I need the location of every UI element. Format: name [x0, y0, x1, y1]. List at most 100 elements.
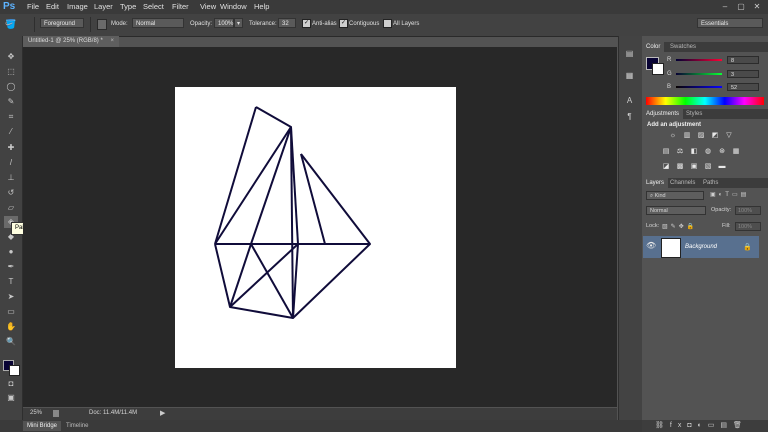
color-lookup-icon[interactable]: ▦ — [731, 148, 741, 156]
channel-mixer-icon[interactable]: ⊛ — [717, 148, 727, 156]
color-panel-background-swatch[interactable] — [652, 63, 664, 75]
fill-source-select[interactable]: Foreground — [40, 18, 84, 28]
history-panel-icon[interactable]: ▤ — [624, 48, 635, 59]
layer-blend-mode-select[interactable]: Normal — [646, 206, 706, 215]
layer-opacity-input[interactable]: 100% — [735, 206, 761, 215]
posterize-icon[interactable]: ▩ — [675, 163, 685, 171]
gradient-map-icon[interactable]: ▬ — [717, 163, 727, 171]
tab-adjustments[interactable]: Adjustments — [642, 109, 684, 119]
clone-stamp-tool-icon[interactable]: ⊥ — [4, 172, 18, 184]
canvas[interactable] — [175, 87, 456, 368]
tab-timeline[interactable]: Timeline — [62, 421, 92, 431]
hue-saturation-icon[interactable]: ▤ — [661, 148, 671, 156]
zoom-tool-icon[interactable]: 🔍 — [4, 336, 18, 348]
pen-tool-icon[interactable]: ✒ — [4, 261, 18, 273]
menu-window[interactable]: Window — [220, 0, 247, 14]
quick-mask-icon[interactable]: ◘ — [4, 378, 18, 390]
crop-tool-icon[interactable]: ⌗ — [4, 111, 18, 123]
path-selection-tool-icon[interactable]: ➤ — [4, 291, 18, 303]
type-tool-icon[interactable]: T — [4, 276, 18, 288]
tab-paths[interactable]: Paths — [699, 178, 722, 188]
maximize-button[interactable]: ▢ — [735, 1, 747, 12]
tab-color[interactable]: Color — [642, 42, 665, 52]
paint-bucket-preset-icon[interactable]: 🪣 — [5, 18, 21, 30]
tab-mini-bridge[interactable]: Mini Bridge — [23, 421, 62, 431]
menu-help[interactable]: Help — [254, 0, 269, 14]
eraser-tool-icon[interactable]: ▱ — [4, 202, 18, 214]
all-layers-checkbox[interactable] — [383, 19, 392, 28]
tab-styles[interactable]: Styles — [682, 109, 706, 119]
tab-swatches[interactable]: Swatches — [666, 42, 700, 52]
menu-filter[interactable]: Filter — [172, 0, 189, 14]
red-value-input[interactable]: 8 — [727, 56, 759, 64]
marquee-tool-icon[interactable]: ⬚ — [4, 66, 18, 78]
layer-name[interactable]: Background — [685, 244, 717, 250]
green-slider[interactable] — [676, 73, 722, 75]
photo-filter-icon[interactable]: ◍ — [703, 148, 713, 156]
selective-color-icon[interactable]: ▧ — [703, 163, 713, 171]
levels-icon[interactable]: ▥ — [682, 132, 692, 140]
close-button[interactable]: ✕ — [751, 1, 763, 12]
curves-icon[interactable]: ▨ — [696, 132, 706, 140]
minimize-button[interactable]: – — [719, 1, 731, 12]
menu-select[interactable]: Select — [143, 0, 164, 14]
black-white-icon[interactable]: ◧ — [689, 148, 699, 156]
menu-type[interactable]: Type — [120, 0, 136, 14]
zoom-level[interactable]: 25% — [30, 410, 42, 416]
layer-action-icons[interactable]: ⛓fx◘◐▭▤🗑 — [655, 421, 748, 429]
red-slider[interactable] — [676, 59, 722, 61]
menu-layer[interactable]: Layer — [94, 0, 113, 14]
lock-icons[interactable]: ▧✎✥🔒 — [662, 223, 697, 230]
character-panel-icon[interactable]: A — [624, 95, 635, 106]
layer-opacity-label: Opacity: — [711, 207, 732, 213]
hand-tool-icon[interactable]: ✋ — [4, 321, 18, 333]
color-balance-icon[interactable]: ⚖ — [675, 148, 685, 156]
vibrance-icon[interactable]: ▽ — [724, 132, 734, 140]
contiguous-checkbox[interactable]: ✓ — [339, 19, 348, 28]
threshold-icon[interactable]: ▣ — [689, 163, 699, 171]
layer-filter-select[interactable]: ⌕ Kind — [646, 191, 704, 200]
exposure-icon[interactable]: ◩ — [710, 132, 720, 140]
brush-tool-icon[interactable]: / — [4, 157, 18, 169]
chevron-down-icon[interactable]: ▾ — [234, 18, 243, 28]
blue-value-input[interactable]: 52 — [727, 83, 759, 91]
menu-view[interactable]: View — [200, 0, 216, 14]
panel-dock — [618, 36, 643, 420]
green-value-input[interactable]: 3 — [727, 70, 759, 78]
document-tab[interactable]: Untitled-1 @ 25% (RGB/8) * × — [23, 36, 119, 47]
menu-file[interactable]: File — [27, 0, 39, 14]
dodge-tool-icon[interactable]: ● — [4, 246, 18, 258]
menu-bar: Ps File Edit Image Layer Type Select Fil… — [0, 0, 768, 14]
workspace-select[interactable]: Essentials — [697, 18, 763, 28]
history-brush-tool-icon[interactable]: ↺ — [4, 187, 18, 199]
screen-mode-icon[interactable]: ▣ — [4, 392, 18, 404]
menu-image[interactable]: Image — [67, 0, 88, 14]
invert-icon[interactable]: ◪ — [661, 163, 671, 171]
close-icon[interactable]: × — [110, 38, 114, 44]
brightness-contrast-icon[interactable]: ☼ — [668, 132, 678, 140]
properties-panel-icon[interactable]: ▦ — [624, 70, 635, 81]
blue-slider[interactable] — [676, 86, 722, 88]
eyedropper-tool-icon[interactable]: ⁄ — [4, 126, 18, 138]
pattern-picker[interactable] — [97, 19, 107, 30]
move-tool-icon[interactable]: ✥ — [4, 51, 18, 63]
rectangle-tool-icon[interactable]: ▭ — [4, 306, 18, 318]
tab-channels[interactable]: Channels — [666, 178, 699, 188]
status-menu-arrow-icon[interactable]: ▶ — [160, 409, 165, 417]
fill-input[interactable]: 100% — [735, 222, 761, 231]
color-spectrum-ramp[interactable] — [646, 97, 764, 105]
layer-filter-icons[interactable]: ▣◐T▭▤ — [710, 191, 749, 198]
healing-brush-tool-icon[interactable]: ✚ — [4, 142, 18, 154]
background-color-swatch[interactable] — [9, 365, 20, 376]
menu-edit[interactable]: Edit — [46, 0, 59, 14]
mode-select[interactable]: Normal — [132, 18, 184, 28]
opacity-input[interactable]: 100% — [214, 18, 234, 28]
document-icon[interactable] — [53, 410, 59, 417]
lasso-tool-icon[interactable]: ◯ — [4, 81, 18, 93]
paragraph-panel-icon[interactable]: ¶ — [624, 111, 635, 122]
tab-layers[interactable]: Layers — [642, 178, 669, 188]
anti-alias-checkbox[interactable]: ✓ — [302, 19, 311, 28]
eye-visibility-icon[interactable]: 👁 — [646, 241, 656, 250]
tolerance-input[interactable]: 32 — [278, 18, 296, 28]
quick-selection-tool-icon[interactable]: ✎ — [4, 96, 18, 108]
